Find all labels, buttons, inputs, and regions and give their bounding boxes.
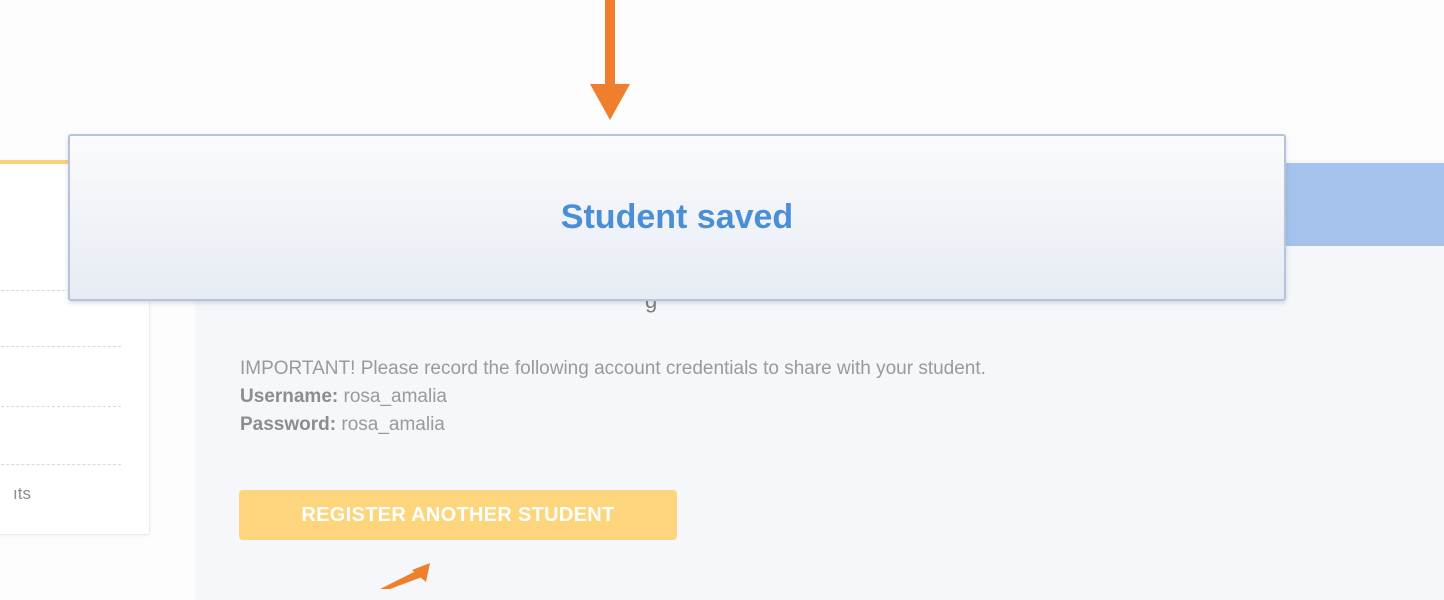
- sidebar-divider: [1, 464, 121, 465]
- arrow-down-icon: [590, 0, 630, 120]
- toast-notification: Student saved: [68, 134, 1286, 301]
- username-value: rosa_amalia: [343, 386, 448, 407]
- sidebar-divider: [1, 346, 121, 347]
- credentials-section: IMPORTANT! Please record the following a…: [240, 355, 986, 439]
- important-notice: IMPORTANT! Please record the following a…: [240, 358, 986, 379]
- arrow-up-icon: [380, 563, 430, 589]
- username-row: Username: rosa_amalia: [240, 383, 986, 411]
- username-label: Username:: [240, 386, 339, 407]
- sidebar-item-label[interactable]: ıts: [13, 484, 31, 504]
- register-another-student-button[interactable]: REGISTER ANOTHER STUDENT: [239, 490, 677, 540]
- password-row: Password: rosa_amalia: [240, 411, 986, 439]
- sidebar-divider: [1, 406, 121, 407]
- password-value: rosa_amalia: [341, 414, 445, 435]
- password-label: Password:: [240, 414, 337, 435]
- toast-message: Student saved: [560, 198, 794, 236]
